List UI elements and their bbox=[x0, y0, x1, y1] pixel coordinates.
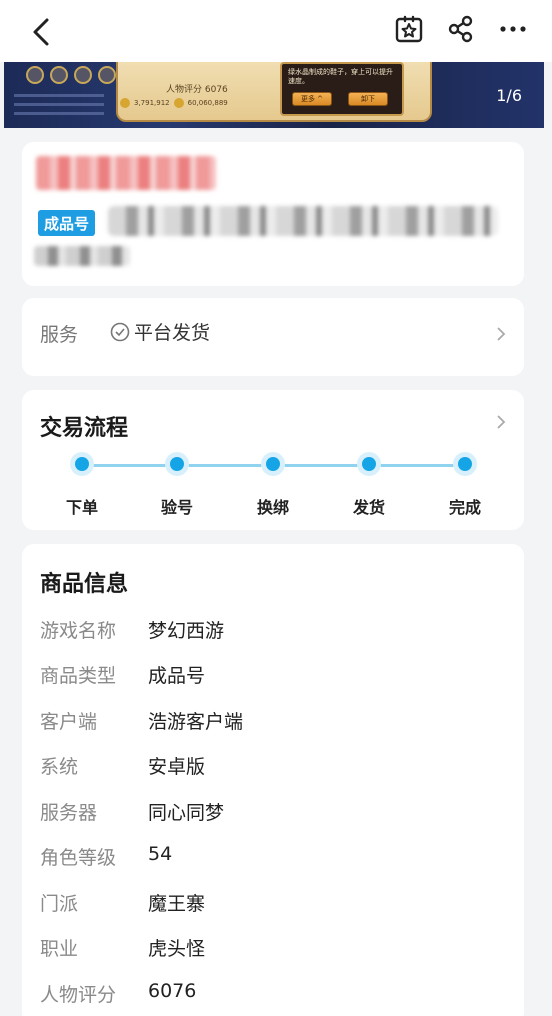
service-label: 服务 bbox=[40, 324, 79, 346]
popup-more-button: 更多 ^ bbox=[292, 92, 332, 106]
trade-process-card[interactable]: 交易流程 下单 验号 换绑 发货 完成 bbox=[22, 390, 524, 530]
info-row-sect: 门派 魔王寨 bbox=[40, 893, 206, 915]
chevron-right-icon bbox=[497, 327, 506, 341]
popup-unload-button: 卸下 bbox=[348, 92, 388, 106]
coin-value: 3,791,912 bbox=[134, 99, 170, 107]
chevron-left-icon bbox=[33, 18, 49, 46]
rating-text: 人物评分 6076 bbox=[166, 85, 228, 95]
info-row-class: 职业 虎头怪 bbox=[40, 938, 206, 960]
check-circle-icon bbox=[110, 322, 130, 342]
top-bar bbox=[0, 0, 552, 62]
chevron-right-icon bbox=[497, 415, 506, 429]
image-carousel[interactable]: 人物评分 6076 3,791,912 60,060,889 绿水晶制成的鞋子，… bbox=[4, 62, 544, 128]
popup-text: 绿水晶制成的鞋子，穿上可以提升速度。 bbox=[288, 68, 393, 85]
item-popup: 绿水晶制成的鞋子，穿上可以提升速度。 更多 ^ 卸下 bbox=[280, 62, 404, 116]
share-icon bbox=[448, 15, 473, 43]
info-row-game: 游戏名称 梦幻西游 bbox=[40, 620, 225, 642]
info-row-level: 角色等级 54 bbox=[40, 843, 173, 869]
favorite-button[interactable] bbox=[392, 12, 426, 46]
product-type-badge: 成品号 bbox=[38, 210, 96, 236]
step-ship: 发货 bbox=[329, 452, 409, 518]
blurred-title bbox=[36, 156, 216, 190]
more-dots-icon bbox=[500, 26, 526, 32]
step-order: 下单 bbox=[42, 452, 122, 518]
service-value: 平台发货 bbox=[134, 322, 211, 344]
info-row-system: 系统 安卓版 bbox=[40, 756, 206, 778]
coin-row: 3,791,912 60,060,889 bbox=[120, 96, 280, 110]
step-complete: 完成 bbox=[425, 452, 505, 518]
more-button[interactable] bbox=[496, 12, 530, 46]
coin-value: 60,060,889 bbox=[187, 99, 228, 107]
blurred-description bbox=[108, 206, 498, 236]
star-box-icon bbox=[395, 15, 423, 43]
coin-icon bbox=[173, 98, 184, 108]
info-title: 商品信息 bbox=[40, 572, 129, 597]
game-chat-icons bbox=[26, 66, 116, 84]
process-title: 交易流程 bbox=[40, 416, 129, 441]
coin-icon bbox=[120, 98, 130, 108]
game-chat-text bbox=[14, 88, 104, 122]
blurred-description-2 bbox=[34, 246, 130, 266]
step-rebind: 换绑 bbox=[233, 452, 313, 518]
image-counter: 1/6 bbox=[496, 86, 522, 105]
step-verify: 验号 bbox=[137, 452, 217, 518]
product-title-card: 成品号 bbox=[22, 142, 524, 286]
info-row-client: 客户端 浩游客户端 bbox=[40, 711, 244, 733]
back-button[interactable] bbox=[26, 14, 56, 50]
share-button[interactable] bbox=[444, 12, 478, 46]
info-row-type: 商品类型 成品号 bbox=[40, 665, 206, 687]
info-row-server: 服务器 同心同梦 bbox=[40, 802, 225, 824]
process-steps: 下单 验号 换绑 发货 完成 bbox=[62, 452, 481, 522]
service-card[interactable]: 服务 平台发货 bbox=[22, 298, 524, 376]
info-row-rating: 人物评分 6076 bbox=[40, 980, 197, 1006]
product-info-card: 商品信息 游戏名称 梦幻西游 商品类型 成品号 客户端 浩游客户端 系统 安卓版 服务器… bbox=[22, 544, 524, 1016]
